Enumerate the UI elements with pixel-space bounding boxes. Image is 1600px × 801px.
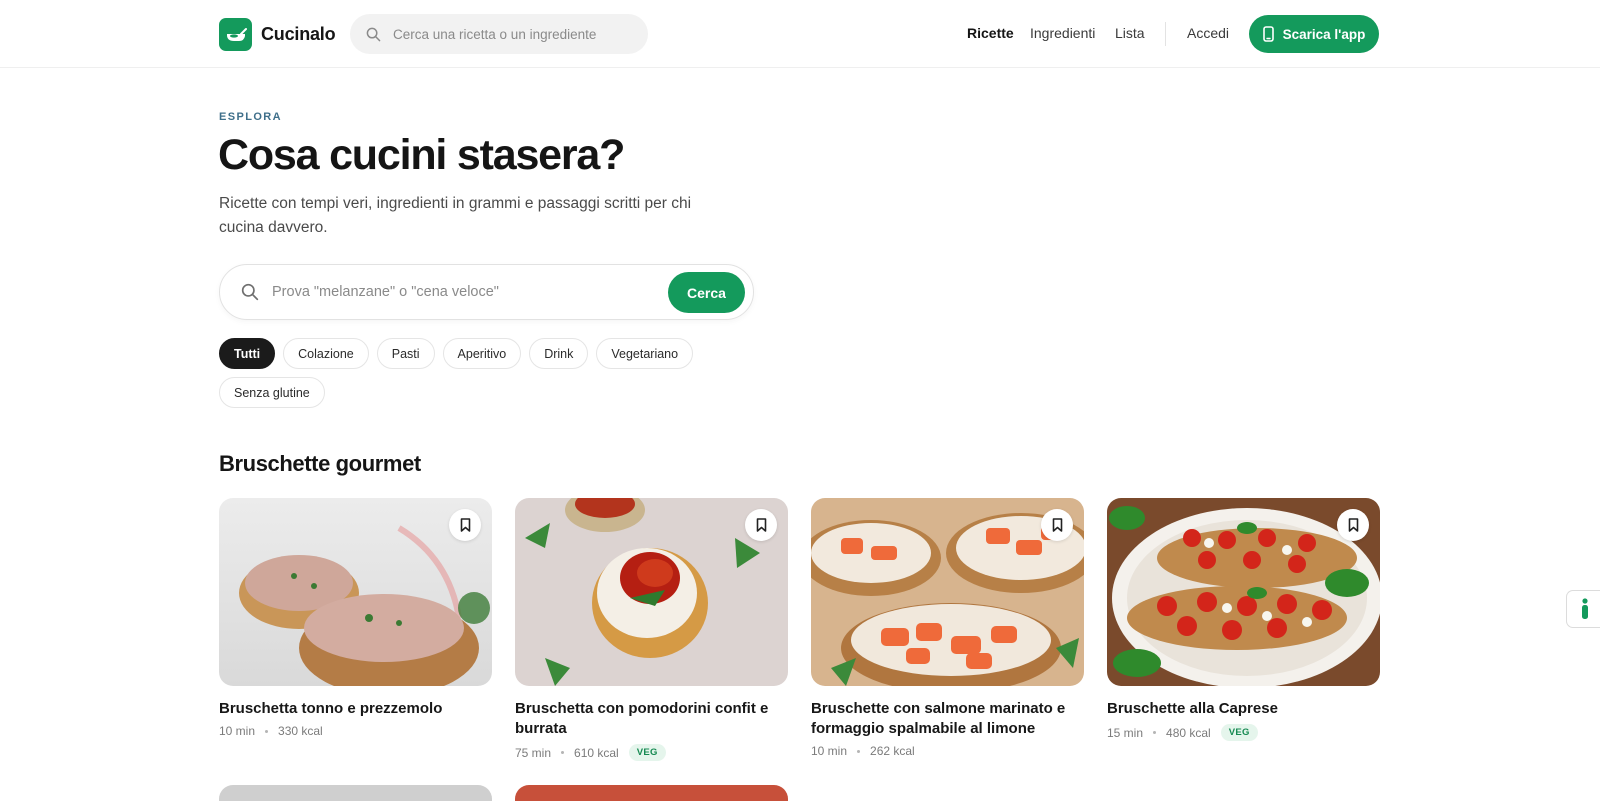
recipe-photo (1107, 498, 1380, 686)
recipe-card[interactable]: Bruschetta tonno e prezzemolo 10 min 330… (219, 498, 492, 738)
recipe-card[interactable]: Bruschette alla Caprese 15 min 480 kcal … (1107, 498, 1380, 741)
recipe-photo (219, 498, 492, 686)
bookmark-icon (1348, 518, 1358, 532)
recipe-kcal: 610 kcal (574, 745, 619, 760)
recipe-meta: 10 min 330 kcal (219, 724, 492, 738)
recipe-kcal: 262 kcal (870, 744, 915, 758)
recipe-title: Bruschetta con pomodorini confit e burra… (515, 700, 769, 737)
page-subtitle: Ricette con tempi veri, ingredienti in g… (219, 195, 692, 236)
filter-chips: Tutti Colazione Pasti Aperitivo Drink Ve… (219, 338, 709, 408)
meta-separator (561, 751, 565, 754)
recipe-card[interactable]: Bruschette con salmone marinato e formag… (811, 498, 1084, 758)
brand-name: Cucinalo (261, 24, 336, 44)
meta-separator (265, 729, 269, 733)
bookmark-button[interactable] (449, 509, 481, 541)
recipe-time: 75 min (515, 745, 552, 760)
recipe-card[interactable]: Bruschetta con pomodorini confit e burra… (515, 498, 788, 761)
chip-colazione[interactable]: Colazione (283, 338, 369, 369)
bookmark-icon (1052, 518, 1062, 532)
chip-vegetariano[interactable]: Vegetariano (596, 338, 694, 369)
chip-tutti[interactable]: Tutti (219, 338, 276, 369)
section-eyebrow: ESPLORA (219, 111, 282, 123)
header-search-input[interactable]: Cerca una ricetta o un ingrediente (350, 14, 648, 54)
recipe-photo (515, 498, 788, 686)
recipe-search-field[interactable]: Prova "melanzane" o "cena veloce" Cerca (219, 264, 754, 320)
search-button[interactable]: Cerca (668, 272, 745, 313)
header-search-placeholder: Cerca una ricetta o un ingrediente (393, 26, 597, 42)
recipe-photo (811, 498, 1084, 686)
bookmark-icon (460, 518, 470, 532)
search-icon (241, 283, 259, 301)
nav-divider (1165, 22, 1166, 46)
phone-icon (1262, 26, 1274, 42)
recipe-meta: 75 min 610 kcal VEG (515, 744, 788, 761)
nav-lista[interactable]: Lista (1115, 25, 1145, 41)
chip-pasti[interactable]: Pasti (376, 338, 435, 369)
nav-ingredienti[interactable]: Ingredienti (1030, 25, 1095, 41)
recipe-time: 10 min (219, 724, 256, 738)
nav-ricette[interactable]: Ricette (967, 25, 1014, 41)
logo-icon (219, 18, 252, 51)
recipe-title: Bruschetta tonno e prezzemolo (219, 700, 443, 717)
download-app-button[interactable]: Scarica l'app (1249, 15, 1379, 53)
accessibility-icon (1581, 598, 1588, 619)
recipe-meta: 15 min 480 kcal VEG (1107, 724, 1380, 741)
recipe-time: 15 min (1107, 725, 1144, 740)
recipe-search-placeholder: Prova "melanzane" o "cena veloce" (272, 284, 499, 300)
veg-badge: VEG (1220, 724, 1258, 741)
meta-separator (857, 749, 861, 753)
recipe-kcal: 330 kcal (278, 724, 323, 738)
recipe-card-peek[interactable] (515, 785, 788, 801)
chip-aperitivo[interactable]: Aperitivo (442, 338, 522, 369)
bookmark-icon (756, 518, 766, 532)
recipe-meta: 10 min 262 kcal (811, 744, 1084, 758)
recipe-card-peek[interactable] (219, 785, 492, 801)
bookmark-button[interactable] (1041, 509, 1073, 541)
search-icon (366, 27, 381, 41)
recipe-title: Bruschette alla Caprese (1107, 700, 1278, 717)
bookmark-button[interactable] (745, 509, 777, 541)
brand-logo[interactable]: Cucinalo (219, 18, 336, 51)
recipe-title: Bruschette con salmone marinato e formag… (811, 700, 1066, 737)
login-link[interactable]: Accedi (1187, 25, 1229, 41)
recipe-kcal: 480 kcal (1166, 725, 1211, 740)
section-title: Bruschette gourmet (219, 451, 421, 476)
recipe-time: 10 min (811, 744, 848, 758)
download-app-label: Scarica l'app (1282, 26, 1366, 42)
page-title: Cosa cucini stasera? (218, 131, 625, 179)
chip-drink[interactable]: Drink (529, 338, 589, 369)
chip-senza-glutine[interactable]: Senza glutine (219, 377, 325, 408)
accessibility-tab[interactable] (1566, 590, 1600, 628)
veg-badge: VEG (628, 744, 666, 761)
meta-separator (1153, 731, 1157, 734)
bookmark-button[interactable] (1337, 509, 1369, 541)
top-header: Cucinalo Cerca una ricetta o un ingredie… (0, 0, 1600, 68)
